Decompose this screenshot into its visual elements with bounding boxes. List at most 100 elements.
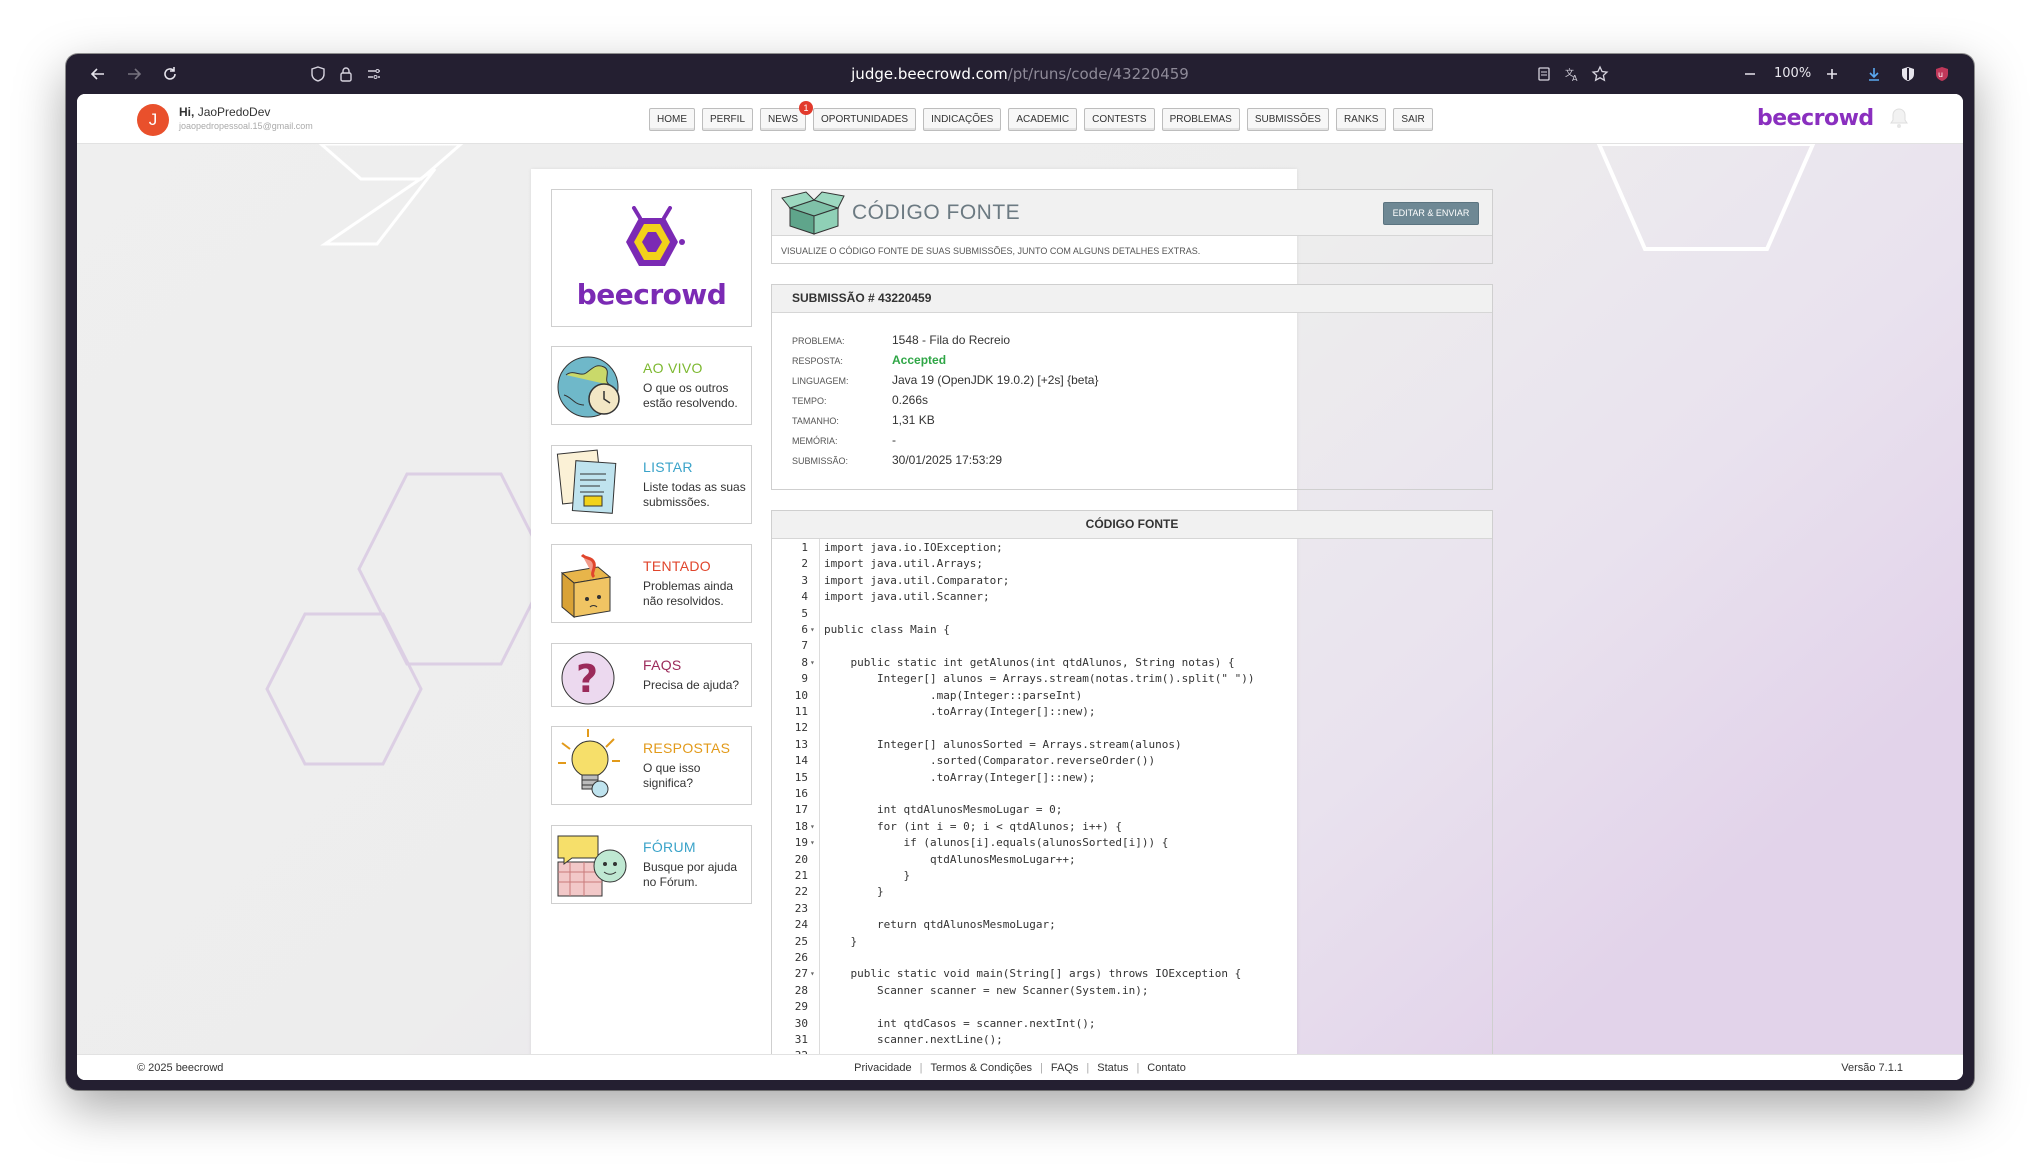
footer-separator: |: [1086, 1062, 1090, 1074]
nav-academic[interactable]: ACADEMIC: [1008, 108, 1078, 131]
line-number: 4: [801, 590, 808, 604]
code-text: Scanner scanner = new Scanner(System.in)…: [824, 983, 1149, 997]
nav-submissoes[interactable]: SUBMISSÕES: [1246, 108, 1329, 131]
footer-link-status[interactable]: Status: [1097, 1062, 1128, 1074]
footer-link-privacidade[interactable]: Privacidade: [854, 1062, 911, 1074]
reader-view-icon[interactable]: [1532, 62, 1556, 86]
card-faqs[interactable]: ? FAQS Precisa de ajuda?: [551, 643, 752, 707]
extension-ublock-icon[interactable]: u: [1930, 62, 1954, 86]
nav-indicacoes[interactable]: INDICAÇÕES: [923, 108, 1002, 131]
code-line: 13 Integer[] alunosSorted = Arrays.strea…: [772, 737, 1492, 753]
code-line: 31 scanner.nextLine();: [772, 1032, 1492, 1048]
line-number: 16: [794, 787, 808, 800]
nav-contests[interactable]: CONTESTS: [1084, 108, 1155, 131]
card-respostas[interactable]: RESPOSTAS O que isso significa?: [551, 726, 752, 805]
nav-oportunidades[interactable]: OPORTUNIDADES: [813, 108, 917, 131]
nav-news[interactable]: NEWS 1: [760, 101, 814, 131]
line-number: 19: [794, 836, 808, 850]
fold-arrow-icon[interactable]: ▾: [810, 622, 815, 638]
code-text: scanner.nextLine();: [824, 1033, 1003, 1046]
avatar[interactable]: J: [137, 104, 169, 136]
code-line: 16: [772, 786, 1492, 802]
page-title: CÓDIGO FONTE: [852, 201, 1021, 224]
code-editor[interactable]: 1 import java.io.IOException; 2 import java…: [772, 539, 1492, 1080]
card-desc: Liste todas as suas submissões.: [643, 480, 746, 509]
code-text: if (alunos[i].equals(alunosSorted[i])) {: [824, 836, 1169, 850]
source-code-box: CÓDIGO FONTE 1 import java.io.IOException…: [771, 510, 1493, 1080]
version: Versão 7.1.1: [1841, 1062, 1903, 1074]
zoom-out-icon[interactable]: [1738, 62, 1762, 86]
extension-shield-icon[interactable]: [1896, 62, 1920, 86]
submission-heading: SUBMISSÃO # 43220459: [772, 285, 1492, 313]
site-header: J Hi, JaoPredoDev joaopedropessoal.15@gm…: [77, 94, 1963, 144]
footer-link-faqs[interactable]: FAQs: [1051, 1062, 1079, 1074]
nav-perfil[interactable]: PERFIL: [702, 108, 754, 131]
line-number: 5: [801, 606, 808, 620]
source-header-bar: CÓDIGO FONTE EDITAR & ENVIAR: [772, 190, 1492, 236]
logo-box[interactable]: beecrowd: [551, 189, 752, 327]
submission-box: SUBMISSÃO # 43220459 PROBLEMA: 1548 - Fi…: [771, 284, 1493, 490]
fold-arrow-icon[interactable]: ▾: [810, 966, 815, 982]
card-title: RESPOSTAS: [643, 740, 731, 756]
fold-arrow-icon[interactable]: ▾: [810, 835, 815, 851]
fold-arrow-icon[interactable]: ▾: [810, 655, 815, 671]
line-number: 15: [794, 770, 808, 784]
line-number: 24: [794, 918, 808, 932]
code-text: for (int i = 0; i < qtdAlunos; i++) {: [824, 819, 1123, 833]
line-number: 18: [794, 819, 808, 833]
username[interactable]: JaoPredoDev: [198, 105, 271, 119]
browser-window: judge.beecrowd.com/pt/runs/code/43220459…: [66, 54, 1974, 1090]
edit-and-submit-button[interactable]: EDITAR & ENVIAR: [1383, 202, 1479, 225]
card-desc: Problemas ainda não resolvidos.: [643, 579, 734, 608]
code-line: 6 ▾ public class Main {: [772, 622, 1492, 638]
card-tentado[interactable]: TENTADO Problemas ainda não resolvidos.: [551, 544, 752, 623]
news-badge: 1: [799, 101, 814, 115]
zoom-level[interactable]: 100%: [1774, 66, 1811, 81]
zoom-in-icon[interactable]: [1820, 62, 1844, 86]
card-desc: O que os outros estão resolvendo.: [643, 381, 738, 410]
download-icon[interactable]: [1862, 62, 1886, 86]
nav-sair[interactable]: SAIR: [1393, 108, 1433, 131]
line-number: 21: [794, 869, 808, 882]
code-text: }: [824, 934, 858, 948]
verdict-accepted: Accepted: [892, 353, 947, 367]
card-forum[interactable]: FÓRUM Busque por ajuda no Fórum.: [551, 825, 752, 904]
line-number: 30: [794, 1016, 808, 1030]
code-line: 1 import java.io.IOException;: [772, 540, 1492, 556]
code-line: 26: [772, 950, 1492, 966]
line-number: 6: [801, 623, 808, 636]
line-number: 28: [794, 983, 808, 997]
code-line: 18 ▾ for (int i = 0; i < qtdAlunos; i++) …: [772, 819, 1492, 835]
bookmark-star-icon[interactable]: [1588, 62, 1612, 86]
code-text: import java.util.Scanner;: [824, 590, 990, 604]
code-line: 7: [772, 638, 1492, 654]
notification-bell-icon[interactable]: [1886, 105, 1912, 131]
footer-separator: |: [1040, 1062, 1043, 1074]
code-line: 17 int qtdAlunosMesmoLugar = 0;: [772, 802, 1492, 818]
brand-logo[interactable]: beecrowd: [1757, 106, 1874, 131]
url-bar[interactable]: judge.beecrowd.com/pt/runs/code/43220459: [66, 65, 1974, 83]
code-text: public static void main(String[] args) t…: [824, 967, 1242, 981]
footer-links: Privacidade | Termos & Condições | FAQs | Stat…: [77, 1062, 1963, 1074]
footer-link-termos[interactable]: Termos & Condições: [931, 1062, 1033, 1074]
line-number: 11: [794, 705, 808, 718]
translate-icon[interactable]: 文A: [1560, 62, 1584, 86]
card-listar[interactable]: LISTAR Liste todas as suas submissões.: [551, 445, 752, 524]
lightbulb-icon: [558, 729, 620, 798]
nav-ranks[interactable]: RANKS: [1335, 108, 1387, 131]
nav-problemas[interactable]: PROBLEMAS: [1161, 108, 1240, 131]
line-number: 17: [794, 803, 808, 817]
problem-link[interactable]: 1548 - Fila do Recreio: [892, 333, 1010, 347]
line-number: 2: [801, 557, 808, 571]
card-desc: Busque por ajuda no Fórum.: [643, 860, 738, 889]
main-nav: HOME PERFIL NEWS 1 OPORTUNIDADES INDICAÇÕ…: [649, 101, 1433, 131]
code-line: 9 Integer[] alunos = Arrays.stream(notas…: [772, 671, 1492, 687]
card-ao-vivo[interactable]: AO VIVO O que os outros estão resolvendo…: [551, 346, 752, 425]
fold-arrow-icon[interactable]: ▾: [810, 819, 815, 835]
info-value: 0.266s: [892, 393, 929, 407]
code-line: 23: [772, 901, 1492, 917]
footer-link-contato[interactable]: Contato: [1147, 1062, 1186, 1074]
info-label: PROBLEMA:: [792, 336, 845, 346]
code-line: 8 ▾ public static int getAlunos(int qtdAl…: [772, 655, 1492, 671]
nav-home[interactable]: HOME: [649, 108, 695, 131]
